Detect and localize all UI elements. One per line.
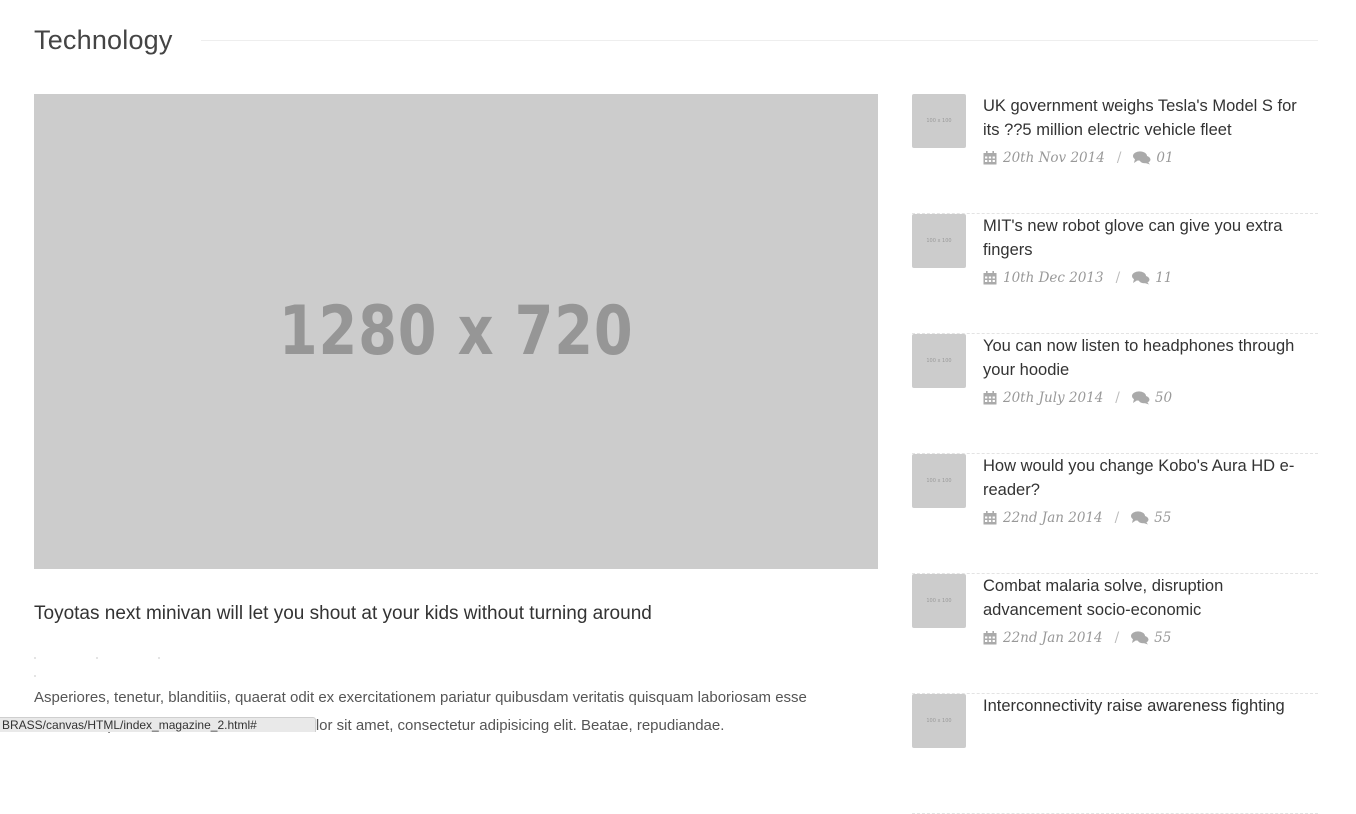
- section-divider: [201, 40, 1318, 41]
- comments-icon: [1131, 631, 1149, 645]
- side-post-thumbnail[interactable]: 100 x 100: [912, 574, 966, 628]
- side-post-list: 100 x 100 UK government weighs Tesla's M…: [912, 94, 1318, 814]
- side-post-item: 100 x 100 You can now listen to headphon…: [912, 334, 1318, 454]
- side-post-comment-count[interactable]: 55: [1154, 630, 1171, 646]
- meta-separator: /: [1114, 630, 1120, 646]
- featured-post-title[interactable]: Toyotas next minivan will let you shout …: [34, 603, 652, 625]
- thumbnail-placeholder-label: 100 x 100: [926, 118, 952, 124]
- thumbnail-placeholder-label: 100 x 100: [926, 478, 952, 484]
- meta-separator: /: [1114, 510, 1120, 526]
- comments-icon: [1132, 271, 1150, 285]
- featured-post-meta: [34, 646, 254, 677]
- side-post-item: 100 x 100 Combat malaria solve, disrupti…: [912, 574, 1318, 694]
- comments-icon: [1131, 511, 1149, 525]
- comments-icon: [1133, 151, 1151, 165]
- side-post-date: 22nd Jan 2014: [1003, 630, 1103, 646]
- side-post-item: 100 x 100 MIT's new robot glove can give…: [912, 214, 1318, 334]
- section-header: Technology: [34, 22, 1318, 58]
- calendar-icon: [983, 151, 997, 165]
- thumbnail-placeholder-label: 100 x 100: [926, 598, 952, 604]
- calendar-icon: [983, 511, 997, 525]
- side-post-date: 20th Nov 2014: [1003, 150, 1105, 166]
- calendar-icon: [983, 391, 997, 405]
- side-post-comment-count[interactable]: 01: [1156, 150, 1173, 166]
- side-post-meta: 20th July 2014 / 50: [983, 390, 1172, 406]
- side-post-date: 22nd Jan 2014: [1003, 510, 1103, 526]
- side-post-thumbnail[interactable]: 100 x 100: [912, 334, 966, 388]
- side-post-meta: 20th Nov 2014 / 01: [983, 150, 1174, 166]
- calendar-icon: [983, 631, 997, 645]
- side-post-thumbnail[interactable]: 100 x 100: [912, 94, 966, 148]
- meta-separator: /: [1115, 390, 1120, 406]
- section-title: Technology: [34, 25, 173, 55]
- featured-image[interactable]: 1280 x 720: [34, 94, 878, 569]
- side-post-title[interactable]: How would you change Kobo's Aura HD e-re…: [983, 454, 1313, 502]
- browser-status-url: BRASS/canvas/HTML/index_magazine_2.html#: [0, 717, 316, 732]
- side-post-title[interactable]: You can now listen to headphones through…: [983, 334, 1313, 382]
- side-post-title[interactable]: Interconnectivity raise awareness fighti…: [983, 694, 1313, 718]
- meta-separator: /: [1115, 270, 1121, 286]
- thumbnail-placeholder-label: 100 x 100: [926, 238, 952, 244]
- side-post-meta: 10th Dec 2013 / 11: [983, 270, 1172, 286]
- thumbnail-placeholder-label: 100 x 100: [926, 718, 952, 724]
- side-post-title[interactable]: UK government weighs Tesla's Model S for…: [983, 94, 1313, 142]
- side-post-meta: 22nd Jan 2014 / 55: [983, 510, 1171, 526]
- side-post-comment-count[interactable]: 11: [1155, 270, 1172, 286]
- side-post-date: 20th July 2014: [1003, 390, 1104, 406]
- meta-separator: /: [1116, 150, 1122, 166]
- comments-icon: [1131, 391, 1150, 405]
- side-post-item: 100 x 100 How would you change Kobo's Au…: [912, 454, 1318, 574]
- featured-image-placeholder-label: 1280 x 720: [278, 292, 634, 371]
- side-post-thumbnail[interactable]: 100 x 100: [912, 214, 966, 268]
- side-post-date: 10th Dec 2013: [1003, 270, 1104, 286]
- side-post-title[interactable]: MIT's new robot glove can give you extra…: [983, 214, 1313, 262]
- side-post-item: 100 x 100 Interconnectivity raise awaren…: [912, 694, 1318, 814]
- side-post-item: 100 x 100 UK government weighs Tesla's M…: [912, 94, 1318, 214]
- thumbnail-placeholder-label: 100 x 100: [926, 358, 952, 364]
- side-post-meta: 22nd Jan 2014 / 55: [983, 630, 1171, 646]
- side-post-thumbnail[interactable]: 100 x 100: [912, 454, 966, 508]
- side-post-comment-count[interactable]: 50: [1155, 390, 1172, 406]
- side-post-comment-count[interactable]: 55: [1154, 510, 1171, 526]
- side-post-thumbnail[interactable]: 100 x 100: [912, 694, 966, 748]
- side-post-title[interactable]: Combat malaria solve, disruption advance…: [983, 574, 1313, 622]
- calendar-icon: [983, 271, 997, 285]
